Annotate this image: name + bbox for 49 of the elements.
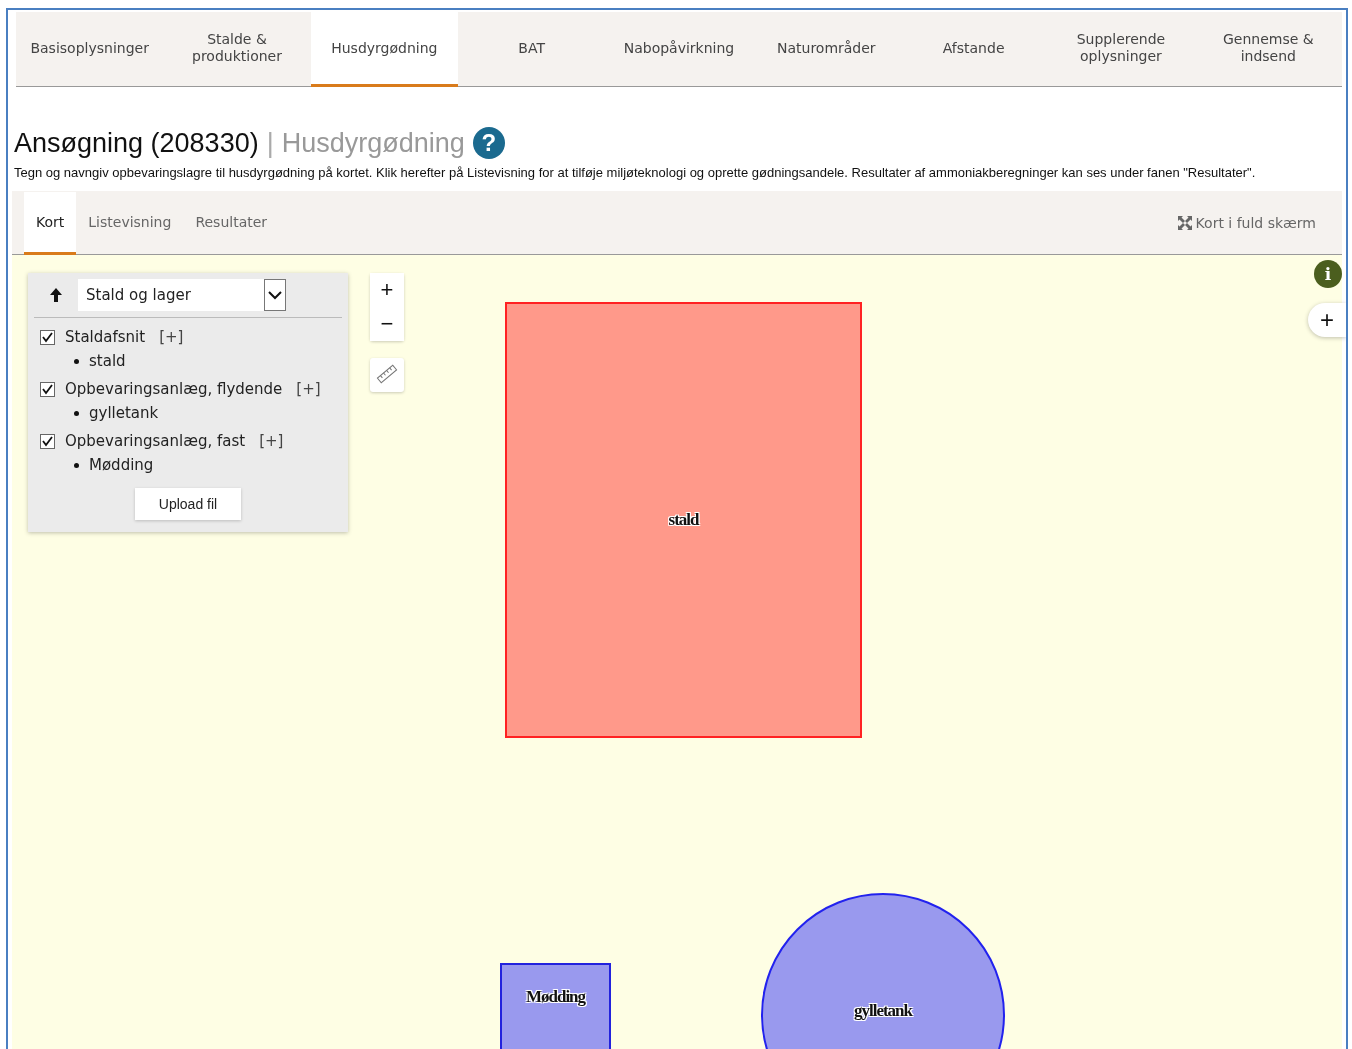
bullet-icon bbox=[74, 462, 79, 468]
page-subtitle: Husdyrgødning bbox=[281, 127, 465, 159]
info-button[interactable]: i bbox=[1314, 260, 1342, 288]
up-arrow-icon[interactable] bbox=[50, 288, 62, 302]
main-tab[interactable]: Gennemse & indsend bbox=[1194, 12, 1342, 87]
description-text: Tegn og navngiv opbevaringslagre til husdyrgødning på kortet. Klik herefter på Listevisning for at tilføje miljøteknologi og oprette gødningsandele. Resultater af ammoniakberegninger kan ses under fanen "Resultater". bbox=[14, 165, 1257, 181]
layer-group-label: Staldafsnit bbox=[65, 328, 146, 346]
layer-item[interactable]: gylletank bbox=[89, 404, 159, 422]
add-link[interactable]: [+] bbox=[296, 380, 321, 398]
layer-item[interactable]: Mødding bbox=[89, 456, 154, 474]
map-feature[interactable]: stald bbox=[505, 302, 862, 738]
expand-side-button[interactable]: + bbox=[1308, 303, 1346, 337]
layer-checkbox[interactable] bbox=[40, 381, 55, 397]
expand-icon bbox=[1176, 214, 1193, 231]
zoom-out-button[interactable]: − bbox=[370, 307, 404, 341]
layer-checkbox[interactable] bbox=[40, 329, 55, 345]
main-tab[interactable]: Stalde & produktioner bbox=[163, 12, 311, 87]
view-tab[interactable]: Listevisning bbox=[76, 191, 184, 255]
add-link[interactable]: [+] bbox=[259, 432, 284, 450]
add-link[interactable]: [+] bbox=[159, 328, 184, 346]
feature-label: Mødding bbox=[525, 987, 586, 1007]
bullet-icon bbox=[74, 358, 79, 364]
main-tab[interactable]: Naturområder bbox=[752, 12, 900, 87]
layer-item[interactable]: stald bbox=[89, 352, 126, 370]
title-separator: | bbox=[266, 127, 274, 159]
layer-group-label: Opbevaringsanlæg, flydende bbox=[65, 380, 283, 398]
layer-group-label: Opbevaringsanlæg, fast bbox=[65, 432, 246, 450]
page-title: Ansøgning (208330) bbox=[14, 127, 259, 159]
fullscreen-link[interactable]: Kort i fuld skærm bbox=[1176, 214, 1316, 231]
upload-button[interactable]: Upload fil bbox=[134, 488, 242, 520]
bullet-icon bbox=[74, 410, 79, 416]
main-tab[interactable]: Afstande bbox=[899, 12, 1048, 87]
feature-label: stald bbox=[668, 510, 699, 530]
main-tab[interactable]: Husdyrgødning bbox=[310, 12, 458, 87]
feature-label: gylletank bbox=[853, 1001, 913, 1021]
chevron-down-icon bbox=[268, 290, 282, 300]
ruler-button[interactable] bbox=[370, 358, 404, 392]
main-tab[interactable]: Nabopåvirkning bbox=[605, 12, 753, 87]
map-feature[interactable]: Mødding bbox=[500, 963, 611, 1049]
main-tab[interactable]: BAT bbox=[458, 12, 606, 87]
view-tab[interactable]: Kort bbox=[24, 191, 77, 255]
main-tab[interactable]: Supplerende oplysninger bbox=[1047, 12, 1195, 87]
help-icon[interactable]: ? bbox=[472, 127, 505, 159]
zoom-in-button[interactable]: + bbox=[370, 273, 404, 307]
layer-select[interactable]: Stald og lager bbox=[78, 279, 286, 311]
map-feature[interactable]: gylletank bbox=[761, 893, 1005, 1049]
main-tab[interactable]: Basisoplysninger bbox=[16, 12, 164, 87]
view-tab[interactable]: Resultater bbox=[183, 191, 280, 255]
layer-checkbox[interactable] bbox=[40, 433, 55, 449]
